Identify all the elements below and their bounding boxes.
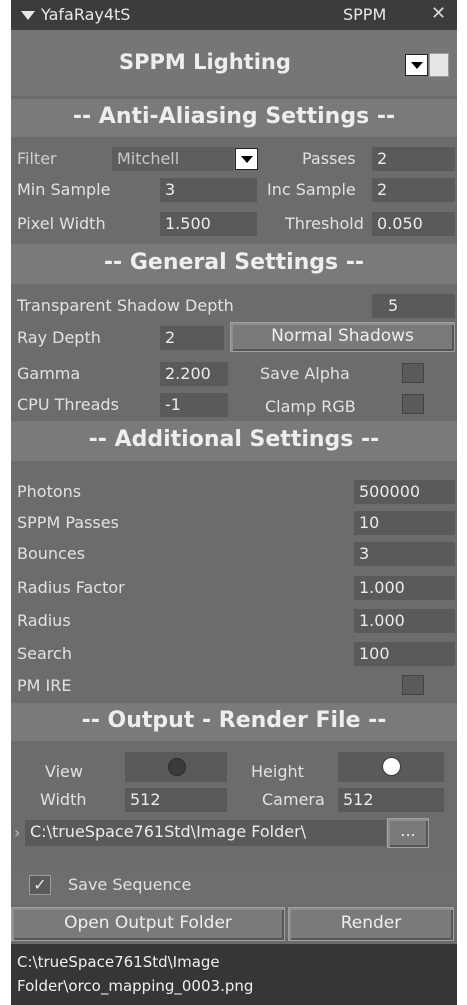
width-field[interactable]: 512 <box>125 788 227 812</box>
ray-depth-field[interactable]: 2 <box>160 326 224 350</box>
height-radio[interactable] <box>382 757 401 776</box>
sppm-passes-label: SPPM Passes <box>17 513 119 532</box>
method-tag: SPPM <box>343 5 387 24</box>
sppm-passes-field[interactable]: 10 <box>354 511 455 535</box>
general-section-header: -- General Settings -- <box>103 250 365 275</box>
passes-field[interactable]: 2 <box>372 147 455 171</box>
method-dropdown-icon[interactable] <box>405 54 428 76</box>
search-label: Search <box>17 644 72 663</box>
ray-depth-label: Ray Depth <box>17 328 101 347</box>
passes-label: Passes <box>302 149 356 168</box>
collapse-arrow-icon[interactable] <box>21 11 35 20</box>
radius-label: Radius <box>17 611 71 630</box>
filter-dropdown-icon[interactable] <box>235 148 258 170</box>
bounces-label: Bounces <box>17 544 86 563</box>
save-alpha-checkbox[interactable] <box>402 363 424 383</box>
pixel-width-field[interactable]: 1.500 <box>160 212 257 236</box>
clamp-rgb-checkbox[interactable] <box>402 394 424 414</box>
cpu-threads-field[interactable]: -1 <box>160 393 228 417</box>
yafaray-panel: YafaRay4tS SPPM ✕ SPPM Lighting -- Anti-… <box>11 0 457 1005</box>
window-title: YafaRay4tS <box>41 5 131 24</box>
min-sample-field[interactable]: 3 <box>160 178 257 202</box>
status-line-2: Folder\orco_mapping_0003.png <box>17 977 254 995</box>
browse-button[interactable]: ... <box>387 818 429 848</box>
save-sequence-label: Save Sequence <box>68 875 192 894</box>
camera-label: Camera <box>262 790 325 809</box>
clamp-rgb-label: Clamp RGB <box>265 397 356 416</box>
min-sample-label: Min Sample <box>17 180 111 199</box>
threshold-label: Threshold <box>285 214 364 233</box>
open-output-folder-button[interactable]: Open Output Folder <box>11 907 285 941</box>
normal-shadows-button[interactable]: Normal Shadows <box>230 322 455 352</box>
pm-ire-checkbox[interactable] <box>402 675 424 695</box>
save-alpha-label: Save Alpha <box>260 364 350 383</box>
radius-factor-field[interactable]: 1.000 <box>354 576 455 600</box>
output-section-header: -- Output - Render File -- <box>81 708 387 733</box>
inc-sample-field[interactable]: 2 <box>372 178 455 202</box>
title-bar: YafaRay4tS SPPM ✕ <box>11 0 457 30</box>
save-sequence-checkbox[interactable]: ✓ <box>29 875 51 895</box>
radius-field[interactable]: 1.000 <box>354 609 455 633</box>
filter-select[interactable]: Mitchell <box>112 147 234 171</box>
height-label: Height <box>251 762 304 781</box>
gamma-field[interactable]: 2.200 <box>160 362 228 386</box>
bounces-field[interactable]: 3 <box>354 542 455 566</box>
filter-label: Filter <box>17 149 57 168</box>
photons-label: Photons <box>17 482 82 501</box>
search-field[interactable]: 100 <box>354 642 455 666</box>
path-prefix-icon: › <box>14 823 21 842</box>
gamma-label: Gamma <box>17 364 81 383</box>
pm-ire-label: PM IRE <box>17 676 72 695</box>
render-button[interactable]: Render <box>288 907 454 941</box>
close-icon[interactable]: ✕ <box>431 3 446 24</box>
pixel-width-label: Pixel Width <box>17 214 106 233</box>
transparent-shadow-depth-label: Transparent Shadow Depth <box>17 296 234 315</box>
inc-sample-label: Inc Sample <box>267 180 356 199</box>
output-path-field[interactable]: C:\trueSpace761Std\Image Folder\ <box>25 820 386 846</box>
cpu-threads-label: CPU Threads <box>17 395 119 414</box>
additional-section-header: -- Additional Settings -- <box>88 427 380 452</box>
view-radio[interactable] <box>168 758 186 776</box>
camera-field[interactable]: 512 <box>338 788 444 812</box>
threshold-field[interactable]: 0.050 <box>372 212 455 236</box>
method-options-button[interactable] <box>429 53 449 77</box>
transparent-shadow-depth-field[interactable]: 5 <box>372 294 455 318</box>
status-line-1: C:\trueSpace761Std\Image <box>17 953 220 971</box>
lighting-method-label: SPPM Lighting <box>119 50 291 74</box>
view-label: View <box>45 762 83 781</box>
aa-section-header: -- Anti-Aliasing Settings -- <box>72 104 396 129</box>
photons-field[interactable]: 500000 <box>354 480 455 504</box>
radius-factor-label: Radius Factor <box>17 578 125 597</box>
width-label: Width <box>40 790 87 809</box>
